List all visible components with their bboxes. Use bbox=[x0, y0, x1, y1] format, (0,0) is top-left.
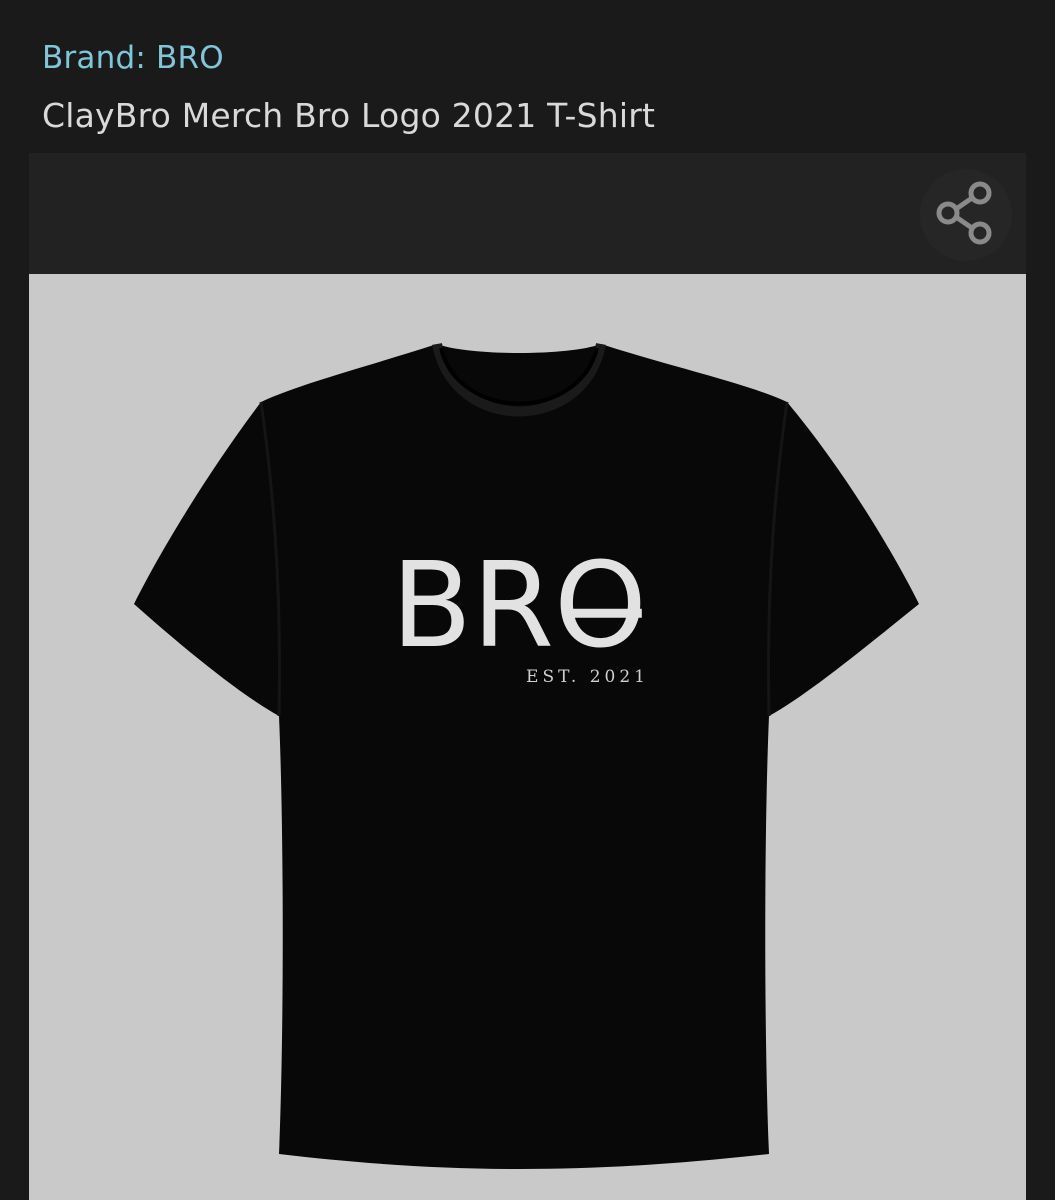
print-subtext: EST. 2021 bbox=[526, 667, 649, 687]
tshirt-image: BRO EST. 2021 bbox=[134, 342, 919, 1169]
shirt-print-logo: BRO bbox=[391, 536, 647, 674]
product-image[interactable]: BRO EST. 2021 bbox=[29, 274, 1026, 1200]
print-logo-text: BRO bbox=[391, 536, 647, 674]
product-title: ClayBro Merch Bro Logo 2021 T-Shirt bbox=[42, 96, 656, 135]
product-page: Brand: BRO ClayBro Merch Bro Logo 2021 T… bbox=[0, 0, 1055, 1200]
share-button[interactable] bbox=[920, 169, 1012, 261]
tshirt-body bbox=[134, 344, 919, 1169]
image-toolbar bbox=[29, 153, 1026, 274]
brand-link[interactable]: Brand: BRO bbox=[42, 40, 224, 76]
product-image-gallery: BRO EST. 2021 bbox=[29, 153, 1026, 1200]
share-icon bbox=[934, 181, 998, 249]
